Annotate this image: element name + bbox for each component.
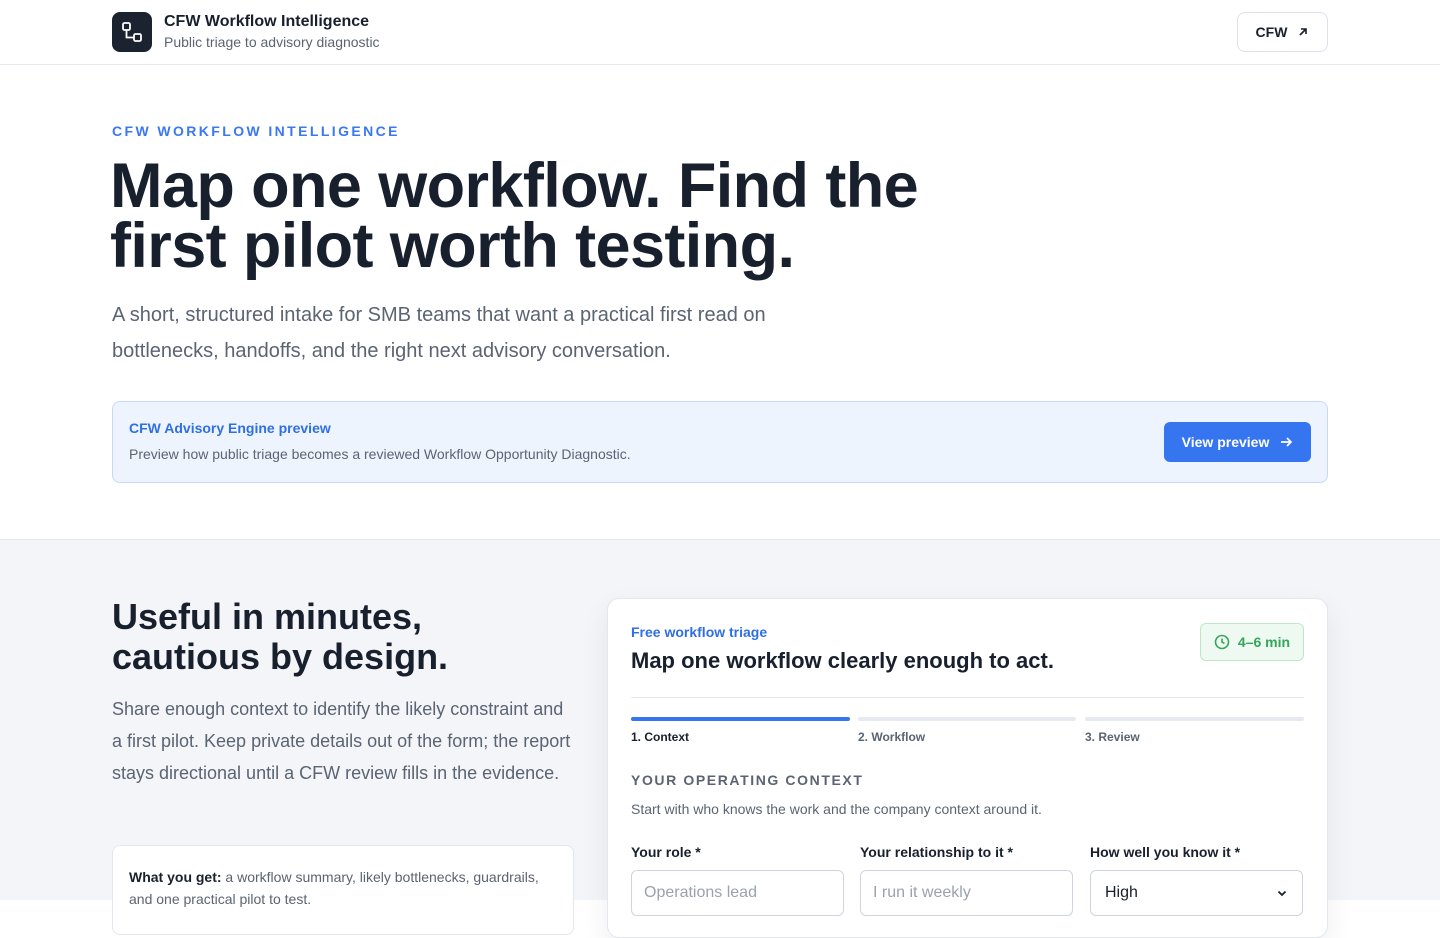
form-divider <box>631 697 1304 698</box>
preview-title: CFW Advisory Engine preview <box>129 420 331 436</box>
role-label: Your role * <box>631 844 701 860</box>
form-eyebrow: Free workflow triage <box>631 624 768 640</box>
what-you-get-card: What you get: a workflow summary, likely… <box>112 845 574 935</box>
cfw-link-label: CFW <box>1255 24 1288 40</box>
relationship-label: Your relationship to it * <box>860 844 1013 860</box>
view-preview-label: View preview <box>1181 434 1270 450</box>
hero-title: Map one workflow. Find the first pilot w… <box>110 151 919 281</box>
hero-eyebrow: CFW WORKFLOW INTELLIGENCE <box>112 123 400 139</box>
role-input[interactable] <box>631 870 844 916</box>
familiarity-label: How well you know it * <box>1090 844 1241 860</box>
arrow-right-icon <box>1281 437 1293 447</box>
chevron-down-icon <box>1277 890 1287 897</box>
hero-lead: A short, structured intake for SMB teams… <box>112 304 766 362</box>
triage-form-card: Free workflow triage Map one workflow cl… <box>607 598 1328 938</box>
view-preview-button[interactable]: View preview <box>1164 422 1311 462</box>
form-title: Map one workflow clearly enough to act. <box>631 648 1054 673</box>
step-progress-review <box>1085 717 1304 721</box>
familiarity-select[interactable]: High <box>1090 870 1303 916</box>
cfw-link-button[interactable]: CFW <box>1237 12 1328 52</box>
step-label-context[interactable]: 1. Context <box>631 730 689 744</box>
time-estimate-label: 4–6 min <box>1237 634 1291 650</box>
brand-subtitle: Public triage to advisory diagnostic <box>164 34 380 50</box>
top-bar: CFW Workflow Intelligence Public triage … <box>0 0 1440 65</box>
step-label-workflow[interactable]: 2. Workflow <box>858 730 925 744</box>
section-title: Useful in minutes, cautious by design. <box>112 596 449 677</box>
context-heading: YOUR OPERATING CONTEXT <box>631 772 864 788</box>
workflow-logo-icon <box>112 12 152 52</box>
preview-description: Preview how public triage becomes a revi… <box>129 446 631 462</box>
what-you-get-label: What you get: <box>129 869 222 885</box>
step-progress-workflow <box>858 717 1076 721</box>
time-estimate-badge: 4–6 min <box>1200 623 1304 661</box>
relationship-input[interactable] <box>860 870 1073 916</box>
brand-title: CFW Workflow Intelligence <box>164 13 370 30</box>
section-lead: Share enough context to identify the lik… <box>112 699 571 783</box>
advisory-preview-banner: CFW Advisory Engine preview Preview how … <box>112 401 1328 483</box>
familiarity-value: High <box>1105 884 1138 901</box>
step-progress-context <box>631 717 850 721</box>
clock-icon <box>1214 634 1230 650</box>
context-subtitle: Start with who knows the work and the co… <box>631 801 1042 817</box>
triage-section: Useful in minutes, cautious by design. S… <box>0 539 1440 938</box>
external-arrow-icon <box>1299 28 1308 36</box>
step-label-review[interactable]: 3. Review <box>1085 730 1140 744</box>
